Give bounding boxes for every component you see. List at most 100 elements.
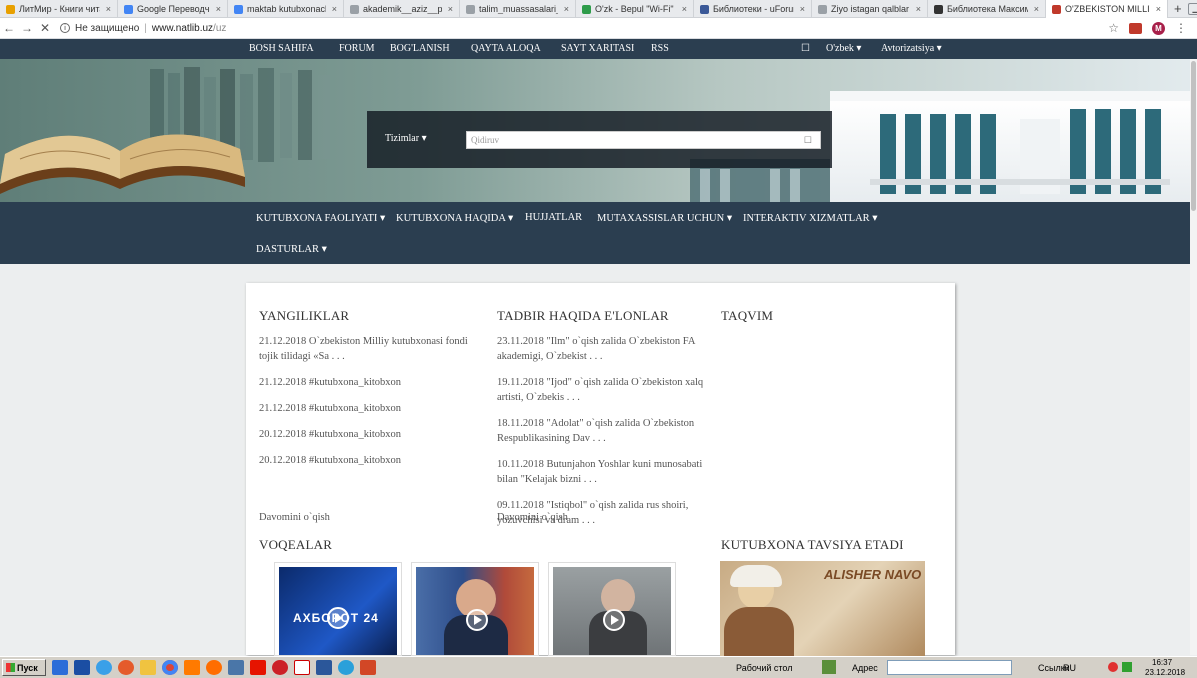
tab-close-icon[interactable]: × <box>800 4 805 14</box>
save-icon[interactable] <box>74 660 90 675</box>
browser-tab[interactable]: Google Переводчик × <box>118 0 228 18</box>
events-title: TADBIR HAQIDA E'LONLAR <box>497 308 669 323</box>
start-button[interactable]: Пуск <box>2 659 46 676</box>
taskbar-address-input[interactable] <box>887 660 1012 675</box>
news-item[interactable]: 20.12.2018 #kutubxona_kitobxon <box>259 453 479 468</box>
browser-tab[interactable]: O'ZBEKISTON MILLIY × <box>1046 0 1168 18</box>
forward-icon[interactable]: → <box>18 21 36 35</box>
search-calendar-icon[interactable]: ☐ <box>804 135 812 146</box>
browser-tab[interactable]: Библиотека Максима × <box>928 0 1046 18</box>
browser-tab[interactable]: O'zk - Bepul "Wi-Fi" h × <box>576 0 694 18</box>
tab-title: ЛитМир - Книги читат <box>19 4 100 14</box>
tab-close-icon[interactable]: × <box>216 4 221 14</box>
language-icon[interactable]: ☐ <box>801 43 810 54</box>
event-item[interactable]: 19.11.2018 "Ijod" o`qish zalida O`zbekis… <box>497 375 707 405</box>
nav-programs[interactable]: DASTURLAR ▾ <box>256 243 327 255</box>
video-thumbnail[interactable]: АХБОРОТ 24 <box>274 562 402 656</box>
app-icon[interactable] <box>184 660 200 675</box>
yahoo-icon[interactable] <box>294 660 310 675</box>
toolbar-right: ☆ M ⋮ <box>1108 21 1197 35</box>
word-icon[interactable] <box>316 660 332 675</box>
media-icon[interactable] <box>118 660 134 675</box>
powerpoint-icon[interactable] <box>360 660 376 675</box>
nav-for-specialists[interactable]: MUTAXASSISLAR UCHUN ▾ <box>597 212 732 224</box>
news-item[interactable]: 21.12.2018 #kutubxona_kitobxon <box>259 401 479 416</box>
browser-tab[interactable]: maktab kutubxonachi × <box>228 0 344 18</box>
tab-close-icon[interactable]: × <box>916 4 921 14</box>
event-item[interactable]: 18.11.2018 "Adolat" o`qish zalida O`zbek… <box>497 416 707 446</box>
browser-tab[interactable]: Библиотеки - uForum × <box>694 0 812 18</box>
authorization-menu[interactable]: Avtorizatsiya ▾ <box>881 43 942 54</box>
events-read-more[interactable]: Davomini o`qish <box>497 512 568 523</box>
minimize-icon[interactable]: ▁ <box>1187 2 1197 15</box>
play-icon[interactable] <box>466 609 488 631</box>
event-item[interactable]: 10.11.2018 Butunjahon Yoshlar kuni munos… <box>497 457 707 487</box>
info-icon[interactable]: i <box>60 23 70 33</box>
language-selector[interactable]: O'zbek ▾ <box>826 43 861 54</box>
video-thumbnail[interactable] <box>411 562 539 656</box>
play-icon[interactable] <box>603 609 625 631</box>
event-item[interactable]: 23.11.2018 "Ilm" o`qish zalida O`zbekist… <box>497 334 707 364</box>
topnav-contact[interactable]: BOG'LANISH <box>390 43 450 54</box>
browser-tab[interactable]: Ziyo istagan qalblar uc × <box>812 0 928 18</box>
telegram-icon[interactable] <box>338 660 354 675</box>
video-thumbnail[interactable] <box>548 562 676 656</box>
news-item[interactable]: 20.12.2018 #kutubxona_kitobxon <box>259 427 479 442</box>
tab-close-icon[interactable]: × <box>1034 4 1039 14</box>
topnav-sitemap[interactable]: SAYT XARITASI <box>561 43 634 54</box>
news-list: 21.12.2018 O`zbekiston Milliy kutubxonas… <box>259 334 479 479</box>
ie-icon[interactable] <box>96 660 112 675</box>
news-item[interactable]: 21.12.2018 #kutubxona_kitobxon <box>259 375 479 390</box>
back-icon[interactable]: ← <box>0 21 18 35</box>
news-item[interactable]: 21.12.2018 O`zbekiston Milliy kutubxonas… <box>259 334 479 364</box>
topnav-home[interactable]: BOSH SAHIFA <box>249 43 314 54</box>
nav-documents[interactable]: HUJJATLAR <box>525 212 582 223</box>
extension-icon[interactable] <box>1129 22 1142 34</box>
systems-dropdown[interactable]: Tizimlar ▾ <box>385 133 427 144</box>
nav-about-library[interactable]: KUTUBXONA HAQIDA ▾ <box>396 212 513 224</box>
url-field[interactable]: i Не защищено | www.natlib.uz/uz <box>60 23 1108 34</box>
topnav-feedback[interactable]: QAYTA ALOQA <box>471 43 541 54</box>
news-read-more[interactable]: Davomini o`qish <box>259 512 330 523</box>
browser-tab[interactable]: talim_muassasalari_uc × <box>460 0 576 18</box>
new-tab-button[interactable]: + <box>1168 0 1188 17</box>
pinterest-icon[interactable] <box>272 660 288 675</box>
topnav-rss[interactable]: RSS <box>651 43 669 54</box>
desktop-icon[interactable] <box>52 660 68 675</box>
video-image <box>553 567 671 655</box>
tab-close-icon[interactable]: × <box>448 4 453 14</box>
page-scrollbar[interactable] <box>1190 59 1197 655</box>
tab-close-icon[interactable]: × <box>564 4 569 14</box>
tray-icon[interactable] <box>1108 662 1118 672</box>
nav-interactive-services[interactable]: INTERAKTIV XIZMATLAR ▾ <box>743 212 878 224</box>
tab-close-icon[interactable]: × <box>332 4 337 14</box>
tab-close-icon[interactable]: × <box>106 4 111 14</box>
bookmark-star-icon[interactable]: ☆ <box>1108 21 1119 35</box>
tab-close-icon[interactable]: × <box>1156 4 1161 14</box>
nav-library-activity[interactable]: KUTUBXONA FAOLIYATI ▾ <box>256 212 385 224</box>
tab-title: O'ZBEKISTON MILLIY <box>1065 4 1150 14</box>
topnav-forum[interactable]: FORUM <box>339 43 375 54</box>
stop-icon[interactable]: ✕ <box>36 21 54 35</box>
scrollbar-thumb[interactable] <box>1191 61 1196 211</box>
folder-icon[interactable] <box>140 660 156 675</box>
browser-menu-icon[interactable]: ⋮ <box>1175 21 1187 35</box>
language-indicator[interactable]: RU <box>1063 663 1076 673</box>
tray-icon[interactable] <box>1122 662 1132 672</box>
firefox-icon[interactable] <box>206 660 222 675</box>
browser-tab[interactable]: akademik__aziz__poli × <box>344 0 460 18</box>
browser-tab[interactable]: ЛитМир - Книги читат × <box>0 0 118 18</box>
desktop-label[interactable]: Рабочий стол <box>736 663 793 673</box>
chrome-icon[interactable] <box>162 660 178 675</box>
yandex-icon[interactable] <box>250 660 266 675</box>
recommend-banner[interactable]: ALISHER NAVO <box>720 561 925 656</box>
profile-avatar[interactable]: M <box>1152 21 1165 35</box>
recommend-title: KUTUBXONA TAVSIYA ETADI <box>721 537 904 552</box>
toolbar-icon[interactable] <box>822 660 836 674</box>
search-input[interactable]: Qidiruv ☐ <box>466 131 821 149</box>
tab-close-icon[interactable]: × <box>682 4 687 14</box>
tab-favicon-icon <box>350 4 359 14</box>
vk-icon[interactable] <box>228 660 244 675</box>
play-icon[interactable] <box>327 607 349 629</box>
tab-favicon-icon <box>466 4 475 14</box>
